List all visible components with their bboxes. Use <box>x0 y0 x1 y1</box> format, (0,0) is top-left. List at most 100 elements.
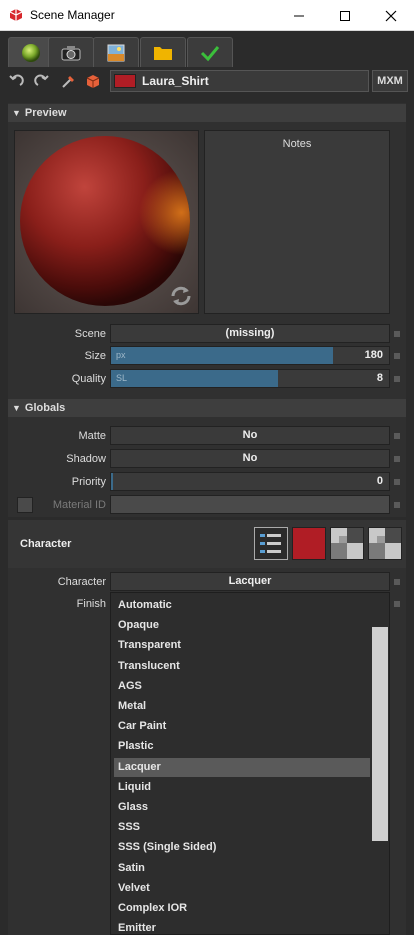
tab-render[interactable] <box>187 37 233 67</box>
shadow-toggle[interactable]: No <box>110 449 390 468</box>
close-button[interactable] <box>368 0 414 31</box>
size-unit: px <box>116 350 126 360</box>
scene-value: (missing) <box>225 327 275 339</box>
priority-param-dot[interactable] <box>394 479 400 485</box>
scene-param-dot[interactable] <box>394 331 400 337</box>
character-header: Character <box>8 520 406 568</box>
matte-label: Matte <box>78 430 106 442</box>
tab-environment[interactable] <box>93 37 139 67</box>
refresh-icon[interactable] <box>168 283 194 309</box>
collapse-arrow-icon: ▼ <box>12 403 21 413</box>
matte-toggle[interactable]: No <box>110 426 390 445</box>
color-map-button[interactable] <box>292 527 326 560</box>
close-icon <box>385 10 397 21</box>
folder-icon <box>154 46 172 60</box>
globals-section-label: Globals <box>24 402 66 414</box>
checker-texture-icon <box>331 528 363 559</box>
dropdown-option[interactable]: Plastic <box>114 737 370 756</box>
dropdown-option[interactable]: Velvet <box>114 879 370 898</box>
material-color-swatch[interactable] <box>114 74 136 88</box>
minimize-icon <box>294 15 304 16</box>
dropdown-option[interactable]: Automatic <box>114 596 370 615</box>
globals-section-header[interactable]: ▼ Globals <box>8 399 406 417</box>
dropdown-option[interactable]: SSS (Single Sided) <box>114 838 370 857</box>
dropdown-option[interactable]: Transparent <box>114 636 370 655</box>
shadow-label: Shadow <box>66 453 106 465</box>
priority-slider[interactable]: 0 <box>110 472 390 491</box>
priority-slider-fill <box>111 473 113 490</box>
dropdown-option[interactable]: SSS <box>114 818 370 837</box>
quality-slider[interactable]: SL 8 <box>110 369 390 388</box>
finish-label: Finish <box>76 598 106 610</box>
material-name-field[interactable]: Laura_Shirt <box>110 70 369 92</box>
redo-icon <box>34 74 49 86</box>
material-preview[interactable] <box>14 130 199 314</box>
undo-icon <box>9 74 24 86</box>
material-id-param-dot[interactable] <box>394 502 400 508</box>
undo-button[interactable] <box>7 72 25 90</box>
shadow-param-dot[interactable] <box>394 456 400 462</box>
material-name-text: Laura_Shirt <box>142 74 209 88</box>
scene-field[interactable]: (missing) <box>110 324 390 343</box>
eyedropper-button[interactable] <box>60 72 78 90</box>
environment-image-icon <box>107 44 125 61</box>
redo-button[interactable] <box>33 72 51 90</box>
material-id-color[interactable] <box>110 495 390 514</box>
apply-material-button[interactable] <box>84 72 102 90</box>
matte-param-dot[interactable] <box>394 433 400 439</box>
dropdown-option[interactable]: Lacquer <box>114 757 370 777</box>
quality-slider-fill <box>111 370 278 387</box>
tab-camera[interactable] <box>48 37 94 67</box>
dropdown-scrollbar-thumb[interactable] <box>372 627 388 841</box>
dropdown-option[interactable]: Liquid <box>114 778 370 797</box>
texture-checker-button-2[interactable] <box>368 527 402 560</box>
size-param-dot[interactable] <box>394 353 400 359</box>
mxm-button[interactable]: MXM <box>372 70 408 92</box>
finish-param-dot[interactable] <box>394 601 400 607</box>
character-header-label: Character <box>20 538 72 550</box>
priority-label: Priority <box>71 476 106 488</box>
title-bar: Scene Manager <box>0 0 414 31</box>
dropdown-option[interactable]: Car Paint <box>114 717 370 736</box>
character-param-dot[interactable] <box>394 579 400 585</box>
preview-section-label: Preview <box>24 107 67 119</box>
dropdown-option[interactable]: Satin <box>114 859 370 878</box>
maximize-icon <box>340 10 350 21</box>
maximize-button[interactable] <box>322 0 368 31</box>
character-list-view-button[interactable] <box>254 527 288 560</box>
dropdown-option[interactable]: Metal <box>114 697 370 716</box>
matte-value: No <box>242 429 258 441</box>
material-sphere-icon <box>22 44 40 62</box>
collapse-arrow-icon: ▼ <box>12 108 21 118</box>
character-value: Lacquer <box>228 575 272 587</box>
texture-checker-button-1[interactable] <box>330 527 364 560</box>
dropdown-scrollbar[interactable] <box>371 593 389 934</box>
character-select[interactable]: Lacquer <box>110 572 390 591</box>
notes-area[interactable]: Notes <box>204 130 390 314</box>
sketchup-app-icon <box>9 9 23 21</box>
tab-files[interactable] <box>140 37 186 67</box>
shadow-value: No <box>242 452 258 464</box>
quality-param-dot[interactable] <box>394 376 400 382</box>
dropdown-option[interactable]: Emitter <box>114 919 370 934</box>
size-value: 180 <box>364 349 383 361</box>
dropdown-option[interactable]: Complex IOR <box>114 899 370 918</box>
tabs-bar <box>0 31 414 68</box>
quality-value: 8 <box>376 372 383 384</box>
dropdown-option[interactable]: Glass <box>114 798 370 817</box>
minimize-button[interactable] <box>276 0 322 31</box>
dropdown-option[interactable]: Opaque <box>114 616 370 635</box>
size-label: Size <box>84 350 106 362</box>
character-label: Character <box>57 576 106 588</box>
checkmark-icon <box>200 45 220 61</box>
box-icon <box>86 75 100 88</box>
checker-texture-icon <box>369 528 401 559</box>
scene-label: Scene <box>74 328 106 340</box>
material-id-label: Material ID <box>52 499 106 511</box>
character-dropdown-list[interactable]: Automatic Opaque Transparent Translucent AGS… <box>110 592 390 935</box>
dropdown-option[interactable]: Translucent <box>114 657 370 676</box>
preview-section-header[interactable]: ▼ Preview <box>8 104 406 122</box>
dropdown-option[interactable]: AGS <box>114 677 370 696</box>
priority-value: 0 <box>376 475 383 487</box>
size-slider[interactable]: px 180 <box>110 346 390 365</box>
